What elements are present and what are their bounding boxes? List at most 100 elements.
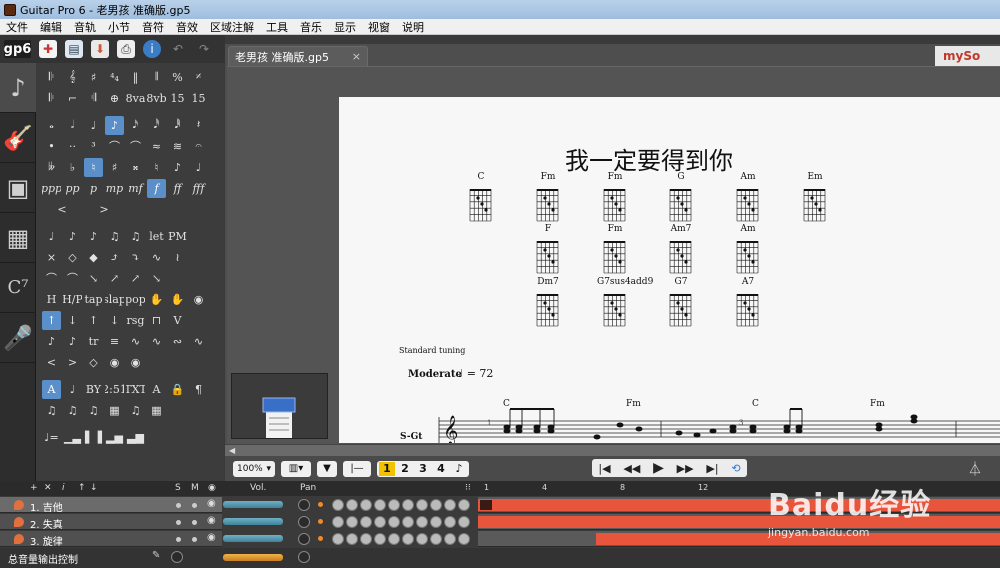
heavy-accent-icon[interactable]: ♫ [105,227,124,246]
mute-button[interactable] [192,503,197,508]
track-pan-knob[interactable] [298,533,310,545]
microphone-tab-icon[interactable]: 🎤 [0,313,36,363]
track-eq-knob[interactable] [416,516,428,528]
tempo-icon[interactable]: ♩= [42,428,61,447]
pop-icon[interactable]: pop [126,290,145,309]
double-dot-icon[interactable]: ·· [63,137,82,156]
ppp-icon[interactable]: ppp [42,179,61,198]
voice-options-icon[interactable]: ♪ [451,462,467,476]
go-end-icon[interactable]: ▶| [706,462,718,475]
chord-diagram[interactable]: Am7 [663,224,699,279]
mute-button[interactable] [192,537,197,542]
key-sig-icon[interactable]: ♯ [84,68,103,87]
tap-icon[interactable]: tap [84,290,103,309]
guitar-tab-icon[interactable]: 🎸 [0,113,36,163]
page-navigator[interactable] [231,373,328,439]
close-tab-icon[interactable]: × [352,50,361,63]
pick-stroke-down-icon[interactable]: ↓ [63,311,82,330]
track-eq-knob[interactable] [402,499,414,511]
menu-sound[interactable]: 音乐 [294,19,328,35]
double-flat-icon[interactable]: 𝄫 [42,158,61,177]
auto-brush-icon[interactable]: ♫ [42,401,61,420]
visibility-icon[interactable]: ◉ [207,515,216,526]
time-sig-icon[interactable]: ⁴₄ [105,68,124,87]
menu-window[interactable]: 视窗 [362,19,396,35]
visibility-icon[interactable]: ◉ [207,498,216,509]
solo-button[interactable] [176,503,181,508]
slide-icon[interactable]: ⌒ [42,269,61,288]
track-eq-knob[interactable] [430,516,442,528]
brush-up-icon[interactable]: ↑ [84,311,103,330]
track-eq-knob[interactable] [374,533,386,545]
pick-icon[interactable]: ◉ [189,290,208,309]
track-eq-knob[interactable] [374,499,386,511]
tuplet-icon[interactable]: ⌒ [105,137,124,156]
menu-tools[interactable]: 工具 [260,19,294,35]
15ma-icon[interactable]: 15 [168,89,187,108]
fade-out-icon[interactable]: > [63,353,82,372]
move-track-down-icon[interactable]: ↓ [90,483,98,493]
mp-icon[interactable]: mp [105,179,124,198]
track-fx-led[interactable] [318,519,323,524]
tie-icon[interactable]: ⌒ [126,137,145,156]
voice-2-button[interactable]: 2 [397,462,413,476]
track-eq-knob[interactable] [388,499,400,511]
text-frame-icon[interactable]: A [147,380,166,399]
track-eq-knob[interactable] [332,516,344,528]
scroll-left-icon[interactable]: ◀ [229,446,235,455]
grace-note-icon[interactable]: ♫ [126,227,145,246]
document-tab[interactable]: 老男孩 准确版.gp5 × [228,46,368,66]
menu-bar-measure[interactable]: 小节 [102,19,136,35]
chord-diagram[interactable]: Fm [530,172,566,227]
ff-icon[interactable]: ff [168,179,187,198]
volume-swell-icon[interactable]: ◇ [84,353,103,372]
half-note-icon[interactable]: 𝅗𝅥 [63,116,82,135]
fade-in-icon[interactable]: < [42,353,61,372]
chord-diagram[interactable]: Am [730,172,766,227]
chord-diagram[interactable]: G7sus4add9 [597,277,653,332]
chord-diagram[interactable]: A7 [730,277,766,332]
shift-slide-icon[interactable]: ↘ [147,269,166,288]
track-eq-knob[interactable] [444,533,456,545]
p-icon[interactable]: p [84,179,103,198]
text-auto-icon[interactable]: A [42,379,61,399]
remove-track-icon[interactable]: ✕ [44,483,52,493]
track-eq-knob[interactable] [332,499,344,511]
wah-icon[interactable]: ◉ [105,353,124,372]
track-eq-knob[interactable] [346,499,358,511]
track-eq-knob[interactable] [416,499,428,511]
track-eq-knob[interactable] [346,516,358,528]
solo-button[interactable] [176,537,181,542]
natural-icon[interactable]: ♮ [84,157,103,177]
track-eq-knob[interactable] [430,499,442,511]
coda-icon[interactable]: ⊕ [105,89,124,108]
sixteenth-note-icon[interactable]: 𝅘𝅥𝅯 [126,116,145,135]
master-volume-slider[interactable] [223,554,283,561]
track-pan-knob[interactable] [298,516,310,528]
arpeggio-icon[interactable]: ♪ [42,332,61,351]
pencil-icon[interactable]: ✎ [152,550,160,561]
15mb-icon[interactable]: 15 [189,89,208,108]
slide-out-icon[interactable]: ↘ [84,269,103,288]
tremolo-bar-icon[interactable]: ∿ [126,332,145,351]
view-toggle-icon[interactable]: ▼ [317,460,337,477]
paragraph-icon[interactable]: ¶ [189,380,208,399]
auto-strum-icon[interactable]: ♫ [63,401,82,420]
chord-diagram[interactable]: C [463,172,499,227]
add-track-button[interactable]: + [30,483,38,493]
trill-icon[interactable]: tr [84,332,103,351]
vibrato-icon[interactable]: ∿ [147,248,166,267]
harmonic-icon[interactable]: ◇ [63,248,82,267]
diamond-icon[interactable]: ◆ [84,248,103,267]
auto-arp-icon[interactable]: ♫ [84,401,103,420]
enharmonic-icon[interactable]: ♮ [147,158,166,177]
slide-in-icon[interactable]: ↗ [105,269,124,288]
auto-chord-icon[interactable]: ▦ [147,401,166,420]
track-eq-knob[interactable] [360,533,372,545]
track-header-cell[interactable]: 3. 旋律 ◉ [0,531,222,548]
auto-fx-icon[interactable]: ▦ [105,401,124,420]
track-eq-knob[interactable] [360,499,372,511]
wah-add-icon[interactable]: ◉ [126,353,145,372]
staccato-icon[interactable]: ♩ [189,158,208,177]
upstroke-icon[interactable]: V [168,311,187,330]
